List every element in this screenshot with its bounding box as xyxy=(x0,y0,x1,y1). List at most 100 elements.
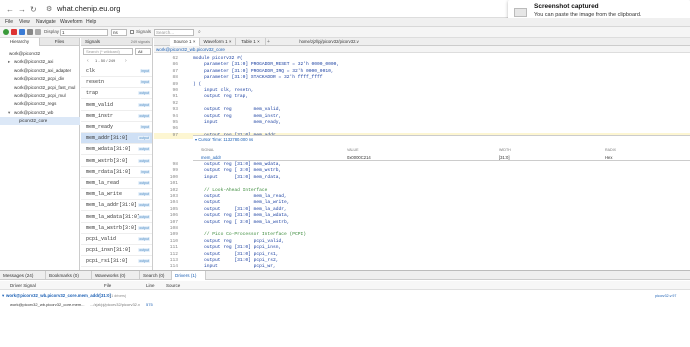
code-line[interactable]: 109 // Pico Co-Processor Interface (PCPI… xyxy=(154,232,690,238)
code-line[interactable]: 99 output reg [ 3:0] mem_wstrb, xyxy=(154,168,690,174)
back-icon[interactable]: ← xyxy=(6,5,14,14)
signal-item[interactable]: mem_la_read output xyxy=(81,178,152,189)
time-unit-select[interactable]: ns xyxy=(111,29,127,36)
url-text[interactable]: what.chenip.eu.org xyxy=(57,4,120,13)
signal-item[interactable]: mem_la_write output xyxy=(81,189,152,201)
code-line[interactable]: 89) ( xyxy=(154,82,690,88)
menu-view[interactable]: View xyxy=(19,19,30,25)
signal-filter-select[interactable]: All xyxy=(135,48,151,55)
tab-waveform-1[interactable]: Waveform 1 × xyxy=(200,38,236,46)
reload-design-icon[interactable] xyxy=(35,29,41,35)
stop-icon[interactable] xyxy=(11,29,17,35)
forward-icon[interactable]: → xyxy=(18,5,26,14)
driver-group-row[interactable]: ▾ work@picorv32_wb.picorv32_core.mem_add… xyxy=(0,292,690,300)
display-value-input[interactable]: 1 xyxy=(60,29,108,36)
signal-item[interactable]: mem_rdata[31:0] input xyxy=(81,167,152,178)
code-line[interactable]: 86 parameter [31:0] PROGADDR_RESET = 32'… xyxy=(154,62,690,68)
signals-tab[interactable]: Signals xyxy=(85,38,100,46)
tab-search[interactable]: Search (0) xyxy=(140,271,172,280)
driver-location[interactable]: picorv32.v:97 xyxy=(655,294,676,298)
code-line[interactable]: 112 output [31:0] pcpi_rs1, xyxy=(154,252,690,258)
code-line[interactable]: 93 output reg mem_valid, xyxy=(154,107,690,113)
close-icon[interactable]: × xyxy=(193,39,196,44)
code-line[interactable]: 110 output reg pcpi_valid, xyxy=(154,239,690,245)
code-line[interactable]: 92 xyxy=(154,101,690,107)
tab-hierarchy[interactable]: Hierarchy xyxy=(0,38,40,46)
hierarchy-item[interactable]: ▾ work@picorv32_wb xyxy=(0,109,80,117)
menu-file[interactable]: File xyxy=(5,19,13,25)
toolbar-search-icon[interactable]: ⌕ xyxy=(198,29,201,35)
signal-item[interactable]: mem_ready input xyxy=(81,122,152,133)
code-line[interactable]: 88 parameter [31:0] STACKADDR = 32'h fff… xyxy=(154,75,690,81)
signal-item[interactable]: trap output xyxy=(81,88,152,100)
tab-drivers[interactable]: Drivers (1) xyxy=(172,271,206,280)
code-line[interactable]: 87 parameter [31:0] PROGADDR_IRQ = 32'h … xyxy=(154,69,690,75)
tab-table-1[interactable]: Table 1 × xyxy=(236,38,266,46)
signal-item[interactable]: pcpi_insn[31:0] output xyxy=(81,245,152,257)
code-line[interactable]: 105 output [31:0] mem_la_addr, xyxy=(154,207,690,213)
signal-name: resetn xyxy=(86,79,105,86)
tab-waveworks[interactable]: Waveworks (0) xyxy=(92,271,140,280)
breadcrumb-scope[interactable]: work@picorv32_wb.picorv32_core xyxy=(156,46,225,53)
open-icon[interactable] xyxy=(19,29,25,35)
signal-item[interactable]: mem_wstrb[3:0] output xyxy=(81,156,152,167)
signal-item[interactable]: mem_wdata[31:0] output xyxy=(81,144,152,156)
hierarchy-item[interactable]: work@picorv32_regs xyxy=(0,100,80,108)
reload-icon[interactable]: ↻ xyxy=(30,5,37,14)
code-line[interactable]: 104 output mem_la_write, xyxy=(154,200,690,206)
signal-item[interactable]: mem_la_wstrb[3:0] output xyxy=(81,223,152,234)
signal-item[interactable]: pcpi_valid output xyxy=(81,234,152,245)
code-line[interactable]: 95 input mem_ready, xyxy=(154,120,690,126)
code-line[interactable]: 100 input [31:0] mem_rdata, xyxy=(154,175,690,181)
hierarchy-item-label: work@picorv32_wb xyxy=(14,109,54,115)
hierarchy-item[interactable]: picorv32_core xyxy=(0,117,80,126)
chevron-down-icon[interactable]: ▾ xyxy=(2,293,4,299)
signal-item[interactable]: mem_instr output xyxy=(81,111,152,122)
driver-line[interactable]: 575 xyxy=(146,302,153,307)
value-signal[interactable]: mem_addr xyxy=(201,155,221,160)
toolbar-search-input[interactable]: Search... xyxy=(154,29,194,36)
menu-waveform[interactable]: Waveform xyxy=(60,19,83,25)
code-line[interactable]: 91 output reg trap, xyxy=(154,94,690,100)
code-line[interactable]: 107 output reg [ 3:0] mem_la_wstrb, xyxy=(154,220,690,226)
signal-item[interactable]: pcpi_rs1[31:0] output xyxy=(81,256,152,268)
code-line[interactable]: 106 output reg [31:0] mem_la_wdata, xyxy=(154,213,690,219)
hierarchy-item[interactable]: ▸ work@picorv32_axi xyxy=(0,58,80,66)
signal-item[interactable]: mem_la_addr[31:0] output xyxy=(81,200,152,212)
signal-item[interactable]: resetn input xyxy=(81,77,152,89)
settings-icon[interactable] xyxy=(27,29,33,35)
close-icon[interactable]: × xyxy=(229,39,232,44)
tab-files[interactable]: Files xyxy=(40,38,80,46)
close-icon[interactable]: × xyxy=(257,39,260,44)
signal-item[interactable]: mem_valid output xyxy=(81,100,152,111)
site-info-icon[interactable]: ⚙ xyxy=(46,5,52,13)
hierarchy-item[interactable]: work@picorv32_pcpi_div xyxy=(0,75,80,83)
tab-source-1[interactable]: Source 1 × xyxy=(170,38,200,46)
menu-help[interactable]: Help xyxy=(86,19,96,25)
signal-item[interactable]: clk input xyxy=(81,66,152,77)
code-line[interactable]: 94 output reg mem_instr, xyxy=(154,114,690,120)
hierarchy-item-label: work@picorv32_pcpi_div xyxy=(14,76,65,82)
signal-search-input[interactable]: Search (* wildcard) xyxy=(83,48,133,55)
driver-file[interactable]: .../zjzl/pj/picorv32/picorv32.v xyxy=(90,302,140,307)
driver-row[interactable]: work@picorv32_wb.picorv32_core.mem... ..… xyxy=(0,301,690,309)
code-line[interactable]: 96 xyxy=(154,126,690,132)
code-line[interactable]: 102 // Look-Ahead Interface xyxy=(154,188,690,194)
run-icon[interactable] xyxy=(3,29,9,35)
tab-bookmarks[interactable]: Bookmarks (0) xyxy=(46,271,92,280)
hierarchy-item[interactable]: work@picorv32_pcpi_mul xyxy=(0,92,80,100)
menu-navigate[interactable]: Navigate xyxy=(36,19,56,25)
hierarchy-item[interactable]: work@picorv32_axi_adapter xyxy=(0,67,80,75)
tab-messages[interactable]: Messages (24) xyxy=(0,271,46,280)
page-next-icon[interactable]: › xyxy=(125,58,127,64)
chevron-down-icon[interactable]: ▾ xyxy=(8,109,10,117)
code-line[interactable]: 101 xyxy=(154,181,690,187)
hierarchy-item[interactable]: work@picorv32_pcpi_fast_mul xyxy=(0,84,80,92)
chevron-right-icon[interactable]: ▸ xyxy=(8,58,10,66)
signals-checkbox[interactable] xyxy=(130,30,134,34)
page-prev-icon[interactable]: ‹ xyxy=(87,58,89,64)
signal-item[interactable]: mem_la_wdata[31:0] output xyxy=(81,212,152,223)
signal-item[interactable]: mem_addr[31:0] output xyxy=(81,133,152,145)
code-line[interactable]: 111 output reg [31:0] pcpi_insn, xyxy=(154,245,690,251)
hierarchy-item[interactable]: work@picorv32 xyxy=(0,50,80,58)
